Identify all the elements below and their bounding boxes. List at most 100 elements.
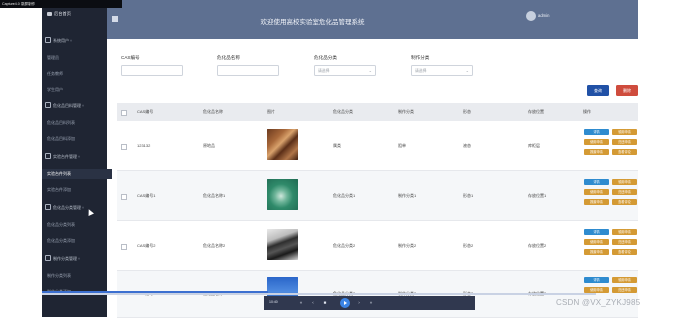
view-comments-button[interactable]: 查看评论 <box>612 149 637 155</box>
chevron-down-icon: ⌄ <box>368 68 372 73</box>
folder-icon <box>45 101 51 108</box>
form-cell: 形态1 <box>463 193 474 198</box>
sidebar-item-teachers[interactable]: 任务教师 <box>42 69 112 79</box>
row-checkbox[interactable] <box>121 194 127 200</box>
location-cell: 存放位置2 <box>528 243 547 248</box>
sidebar-item-categories-add[interactable]: 危化品分类添加 <box>42 236 112 246</box>
category-cell: 属类 <box>333 143 341 148</box>
make-category-filter-label: 制作分类 <box>411 55 430 60</box>
borrow-request-button[interactable]: 领用申请 <box>612 129 637 135</box>
scrap-request-button[interactable]: 报废申请 <box>584 199 609 205</box>
column-header: 制作分类 <box>398 109 414 114</box>
table-row: CAS编号2 危化品名称2 危化品分类2 制作分类2 形态2 存放位置2 详情 … <box>117 221 638 271</box>
watermark: CSDN @VX_ZYKJ985 <box>556 298 641 307</box>
sidebar-item-catalog-list[interactable]: 危化品目料列表 <box>42 118 112 128</box>
cas-cell: 123132 <box>137 143 151 148</box>
sidebar-item-catalog-add[interactable]: 危化品目料添加 <box>42 134 112 144</box>
name-cell: 原地品 <box>203 143 215 148</box>
scrollbar-thumb[interactable] <box>42 291 268 293</box>
username: admin <box>538 13 550 18</box>
sidebar-group-system-users[interactable]: 系统用户˅ <box>42 36 110 46</box>
location-cell: 库柜层 <box>528 143 540 148</box>
name-input[interactable] <box>217 65 279 76</box>
table-row: 123132 原地品 属类 阻单 液态 库柜层 详情 领用申请 使用申请 归还申… <box>117 121 638 171</box>
folder-icon <box>45 152 51 159</box>
delete-button[interactable]: 删除 <box>616 85 638 96</box>
column-header: 图片 <box>267 109 275 114</box>
sidebar-item-categories-list[interactable]: 危化品分类列表 <box>42 220 112 230</box>
user-menu[interactable]: admin <box>518 0 638 39</box>
sidebar-item-make-categories-list[interactable]: 制作分类列表 <box>42 271 112 281</box>
use-request-button[interactable]: 使用申请 <box>584 239 609 245</box>
chevron-down-icon: ˅ <box>82 206 85 210</box>
use-request-button[interactable]: 使用申请 <box>584 189 609 195</box>
view-comments-button[interactable]: 查看评论 <box>612 249 637 255</box>
home-icon <box>47 11 52 16</box>
sidebar-item-lab-items-add[interactable]: 实验台件添加 <box>42 185 112 195</box>
borrow-request-button[interactable]: 领用申请 <box>612 277 637 283</box>
make-category-cell: 制作分类1 <box>398 193 417 198</box>
chevron-down-icon: ˅ <box>70 39 73 43</box>
detail-button[interactable]: 详情 <box>584 229 609 235</box>
folder-icon <box>45 254 51 261</box>
table-row: CAS编号1 危化品名称1 危化品分类1 制作分类1 形态1 存放位置1 详情 … <box>117 171 638 221</box>
scrap-request-button[interactable]: 报废申请 <box>584 249 609 255</box>
video-control-bar: 10:40 « ‹ ■ › » <box>264 296 475 310</box>
app-frame: 后台首页 系统用户˅ 管理员 任务教师 学生用户 危化品目料管理˅ 危化品目料列… <box>42 0 638 318</box>
row-checkbox[interactable] <box>121 244 127 250</box>
borrow-request-button[interactable]: 领用申请 <box>612 179 637 185</box>
sidebar: 后台首页 系统用户˅ 管理员 任务教师 学生用户 危化品目料管理˅ 危化品目料列… <box>42 0 112 317</box>
return-request-button[interactable]: 归还申请 <box>612 287 637 293</box>
return-request-button[interactable]: 归还申请 <box>612 189 637 195</box>
sidebar-group-make-categories[interactable]: 制作分类管理˅ <box>42 254 110 264</box>
cas-input[interactable] <box>121 65 183 76</box>
borrow-request-button[interactable]: 领用申请 <box>612 229 637 235</box>
make-category-select[interactable]: 请选择 ⌄ <box>411 65 473 76</box>
scrollbar-track[interactable] <box>42 293 596 295</box>
return-request-button[interactable]: 归还申请 <box>612 139 637 145</box>
sidebar-item-students[interactable]: 学生用户 <box>42 85 112 95</box>
form-cell: 形态2 <box>463 243 474 248</box>
sidebar-item-admin[interactable]: 管理员 <box>42 53 112 63</box>
sidebar-group-lab-items[interactable]: 实验台件管理˅ <box>42 152 110 162</box>
column-header: 存放位置 <box>528 109 544 114</box>
column-header: CAS编号 <box>137 109 154 114</box>
sidebar-group-chemical-categories[interactable]: 危化品分类管理˅ <box>42 203 110 213</box>
detail-button[interactable]: 详情 <box>584 179 609 185</box>
use-request-button[interactable]: 使用申请 <box>584 139 609 145</box>
sidebar-group-chemical-catalog[interactable]: 危化品目料管理˅ <box>42 101 110 111</box>
system-title: 欢迎使用高校实验室危化品管理系统 <box>260 19 365 26</box>
chevron-down-icon: ⌄ <box>465 68 469 73</box>
stop-icon[interactable]: ■ <box>322 300 328 306</box>
detail-button[interactable]: 详情 <box>584 277 609 283</box>
previous-icon[interactable]: ‹ <box>310 300 316 306</box>
category-filter-label: 危化品分类 <box>314 55 337 60</box>
search-button[interactable]: 查询 <box>587 85 609 96</box>
category-select[interactable]: 请选择 ⌄ <box>314 65 376 76</box>
name-cell: 危化品名称2 <box>203 243 226 248</box>
sidebar-home-link[interactable]: 后台首页 <box>42 9 107 18</box>
column-header: 危化品名称 <box>203 109 223 114</box>
play-icon[interactable] <box>340 298 350 308</box>
sidebar-item-lab-items-list[interactable]: 实验台件列表 <box>42 169 112 179</box>
fast-forward-icon[interactable]: » <box>368 300 374 306</box>
capture-title-bar: Capture4.0 录屏制作 <box>0 0 122 8</box>
row-checkbox[interactable] <box>121 144 127 150</box>
video-time: 10:40 <box>269 300 278 304</box>
user-icon <box>45 36 51 43</box>
chevron-down-icon: ˅ <box>82 104 85 108</box>
category-cell: 危化品分类1 <box>333 193 356 198</box>
category-cell: 危化品分类2 <box>333 243 356 248</box>
view-comments-button[interactable]: 查看评论 <box>612 199 637 205</box>
top-header: 欢迎使用高校实验室危化品管理系统 <box>107 0 518 39</box>
make-category-cell: 制作分类2 <box>398 243 417 248</box>
scrap-request-button[interactable]: 报废申请 <box>584 149 609 155</box>
rewind-icon[interactable]: « <box>298 300 304 306</box>
next-icon[interactable]: › <box>356 300 362 306</box>
name-cell: 危化品名称1 <box>203 193 226 198</box>
return-request-button[interactable]: 归还申请 <box>612 239 637 245</box>
select-all-checkbox[interactable] <box>121 110 127 116</box>
chevron-down-icon: ˅ <box>78 155 81 159</box>
chemical-image <box>267 179 298 210</box>
detail-button[interactable]: 详情 <box>584 129 609 135</box>
